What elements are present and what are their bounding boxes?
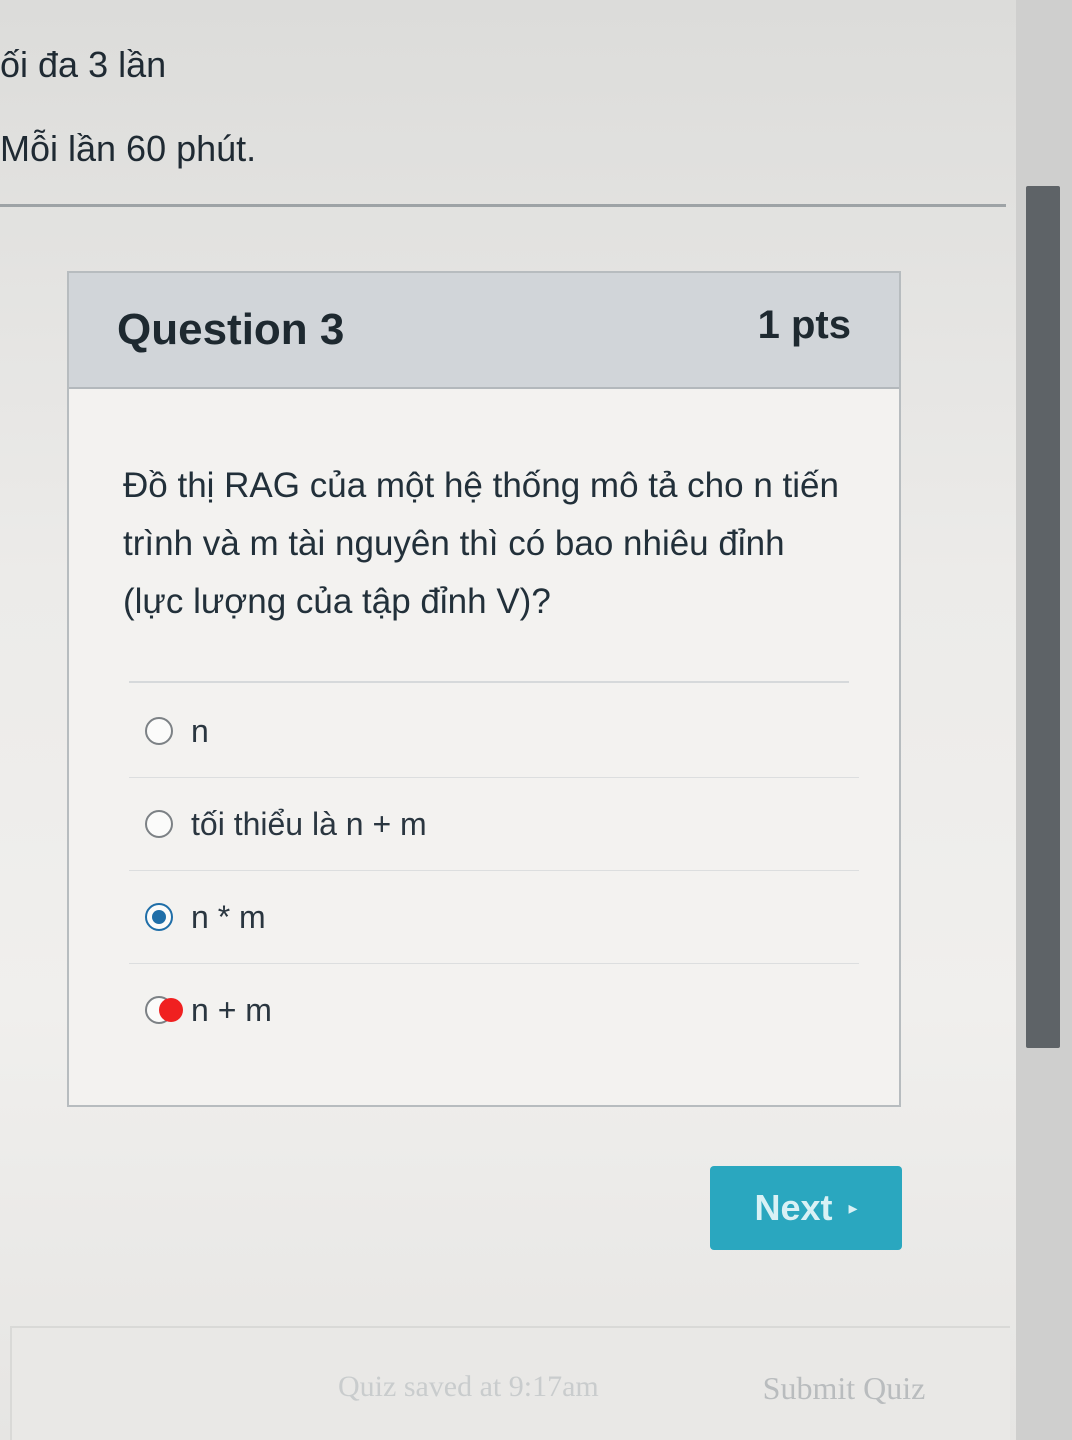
answer-label: n + m [191,991,272,1028]
question-divider [129,681,849,683]
question-text: Đồ thị RAG của một hệ thống mô tả cho n … [123,466,839,621]
attempts-info: ối đa 3 lần [0,44,167,85]
radio-button[interactable] [145,810,173,838]
divider [0,204,1006,207]
radio-button[interactable] [145,717,173,745]
next-button-label: Next [754,1187,833,1228]
question-card: Question 3 1 pts Đồ thị RAG của một hệ t… [67,271,901,1107]
answer-option-2[interactable]: tối thiểu là n + m [129,778,859,871]
question-title: Question 3 [117,305,345,354]
play-arrow-icon: ▸ [848,1197,858,1218]
answer-label: n [191,712,209,749]
answer-label: n * m [191,898,266,935]
time-limit-info: Mỗi lần 60 phút. [0,128,257,169]
red-marker-dot [159,998,183,1022]
scrollbar-thumb[interactable] [1026,186,1060,1048]
next-button[interactable]: Next ▸ [710,1166,902,1250]
save-status: Quiz saved at 9:17am [338,1370,599,1403]
radio-button-selected[interactable] [145,903,173,931]
quiz-page: ối đa 3 lần Mỗi lần 60 phút. Question 3 … [0,0,1072,1440]
question-header: Question 3 1 pts [69,273,899,389]
answer-list: n tối thiểu là n + m n * m n + m [129,685,859,1056]
answer-label: tối thiểu là n + m [191,805,427,842]
answer-option-1[interactable]: n [129,685,859,778]
answer-option-4[interactable]: n + m [129,964,859,1056]
answer-option-3[interactable]: n * m [129,871,859,964]
question-points: 1 pts [757,303,851,347]
submit-quiz-button[interactable]: Submit Quiz [734,1360,954,1416]
